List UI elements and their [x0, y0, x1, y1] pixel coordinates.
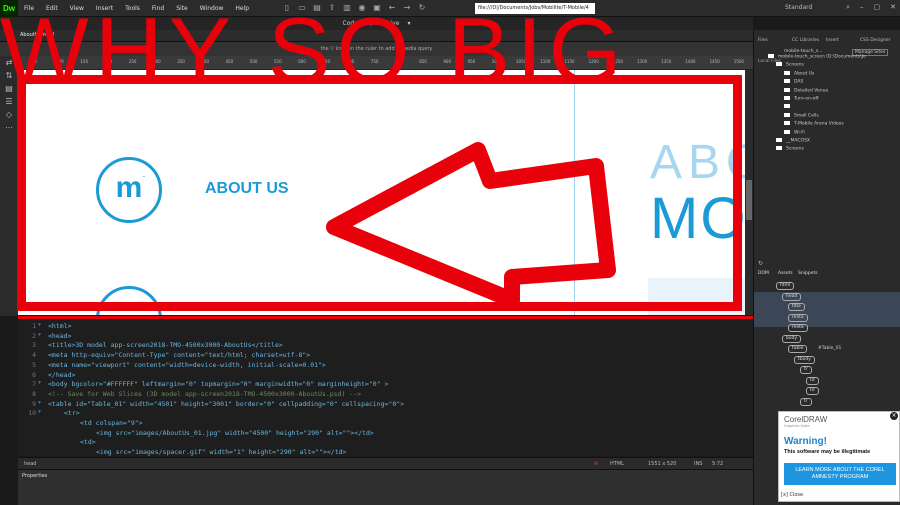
overlay-arrow: [326, 142, 616, 308]
corel-subbrand: Graphics Suite: [784, 424, 810, 428]
close-link[interactable]: [x] Close: [781, 492, 803, 498]
learn-more-button[interactable]: LEARN MORE ABOUT THE COREL AMNESTY PROGR…: [784, 463, 896, 485]
close-icon[interactable]: ×: [890, 412, 898, 420]
arrow-shape: [326, 142, 616, 308]
corel-brand: CorelDRAW: [784, 415, 828, 424]
corel-warning-popup: CorelDRAW Graphics Suite × Warning! This…: [778, 411, 900, 502]
warning-message: This software may be illegitimate: [784, 449, 871, 455]
warning-title: Warning!: [784, 436, 827, 447]
